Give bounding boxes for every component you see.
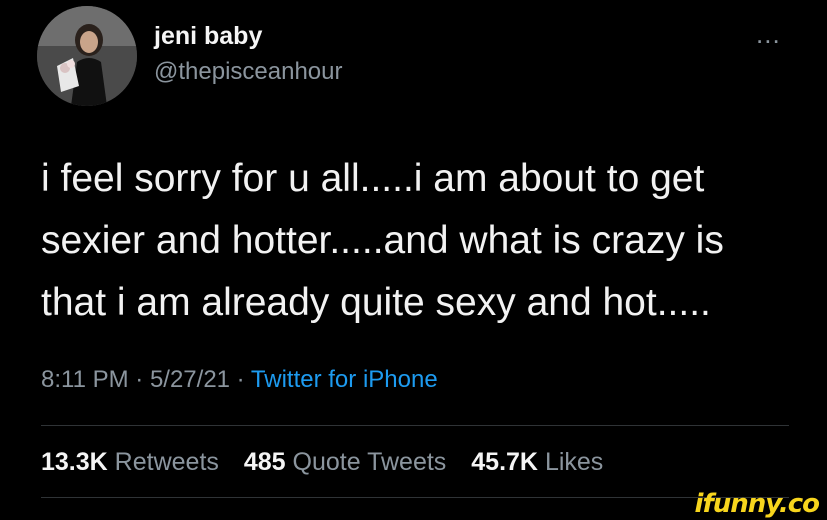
ifunny-watermark: ifunny.co	[694, 489, 820, 519]
likes-count: 45.7K	[471, 448, 538, 476]
user-handle[interactable]: @thepisceanhour	[154, 58, 342, 86]
retweets-stat[interactable]: 13.3K Retweets	[41, 448, 237, 476]
divider	[41, 497, 789, 498]
tweet-line: sexier and hotter.....and what is crazy …	[41, 219, 724, 262]
display-name[interactable]: jeni baby	[154, 22, 262, 51]
profile-photo-image	[37, 6, 137, 106]
tweet-date[interactable]: 5/27/21	[150, 366, 230, 393]
tweet-line: that i am already quite sexy and hot....…	[41, 281, 711, 324]
tweet-source-link[interactable]: Twitter for iPhone	[251, 366, 438, 393]
more-options-icon[interactable]: ...	[756, 21, 781, 47]
avatar[interactable]	[37, 6, 137, 106]
likes-stat[interactable]: 45.7K Likes	[471, 448, 621, 476]
tweet-text: i feel sorry for u all.....i am about to…	[41, 148, 811, 334]
tweet-meta: 8:11 PM · 5/27/21 · Twitter for iPhone	[41, 366, 438, 394]
quote-tweets-label: Quote Tweets	[292, 448, 447, 476]
tweet-time[interactable]: 8:11 PM	[41, 366, 129, 393]
tweet-line: i feel sorry for u all.....i am about to…	[41, 157, 705, 200]
retweets-count: 13.3K	[41, 448, 108, 476]
quote-tweets-count: 485	[243, 448, 286, 476]
retweets-label: Retweets	[114, 448, 219, 476]
meta-separator: ·	[128, 366, 150, 393]
tweet-stats: 13.3K Retweets 485 Quote Tweets 45.7K Li…	[41, 448, 621, 477]
divider	[41, 425, 789, 426]
quote-tweets-stat[interactable]: 485 Quote Tweets	[244, 448, 464, 476]
meta-separator: ·	[230, 366, 251, 393]
likes-label: Likes	[544, 448, 604, 476]
